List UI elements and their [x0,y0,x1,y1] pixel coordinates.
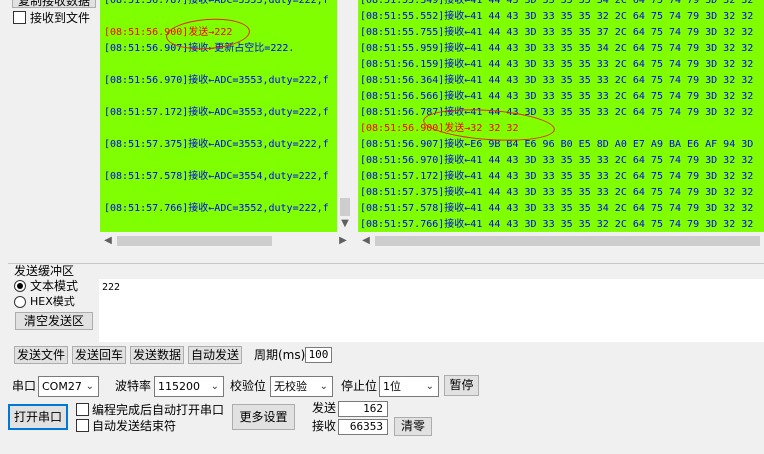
recv-count-label: 接收 [312,419,337,433]
log-line: [08:51:56.566]接收←41 44 43 3D 33 35 35 33… [360,91,754,102]
text-mode-radio[interactable] [14,280,26,292]
log-line: [08:51:56.159]接收←41 44 43 3D 33 35 35 33… [360,59,754,70]
log-line: [08:51:56.364]接收←41 44 43 3D 33 35 35 33… [360,75,754,86]
send-file-button[interactable]: 发送文件 [14,346,68,364]
more-settings-button[interactable]: 更多设置 [232,404,295,430]
right-receive-log-hex[interactable]: [08:51:55.349]接收←41 44 43 3D 33 35 35 34… [358,0,764,232]
left-log-hscrollbar[interactable]: ◀ ▶ [100,232,351,249]
send-data-button[interactable]: 发送数据 [130,346,184,364]
port-value: COM27 [42,380,82,393]
left-log-vscroll-thumb[interactable] [340,198,350,216]
auto-open-label: 编程完成后自动打开串口 [92,403,225,417]
log-line: [08:51:56.787]接收←41 44 43 3D 33 35 35 33… [360,107,754,118]
log-line: [08:51:56.787]接收←ADC=3553,duty=222,f [104,0,329,6]
scroll-left-arrow-icon[interactable]: ◀ [360,235,372,247]
send-input-text: 222 [102,282,121,293]
hex-mode-radio[interactable] [14,296,26,308]
parity-select[interactable]: 无校验 ⌄ [270,376,333,397]
log-line: [08:51:57.766]接收←41 44 43 3D 33 35 35 32… [360,219,754,230]
log-line: [08:51:57.172]接收←41 44 43 3D 33 35 35 33… [360,171,754,182]
right-log-hscroll-thumb[interactable] [375,236,760,246]
open-port-button[interactable]: 打开串口 [8,404,68,430]
send-count-label: 发送 [312,401,337,415]
scroll-right-arrow-icon[interactable]: ▶ [337,235,349,247]
pause-button[interactable]: 暂停 [444,375,479,396]
port-label: 串口 [12,379,37,393]
auto-send-end-label: 自动发送结束符 [92,419,177,433]
log-line: [08:51:56.907]接收←E6 9B B4 E6 96 B0 E5 8D… [360,139,754,150]
log-line: [08:51:56.970]接收←ADC=3553,duty=222,f [104,75,329,86]
auto-open-checkbox[interactable] [76,403,89,416]
save-to-file-label: 接收到文件 [30,11,91,25]
log-line: [08:51:57.375]接收←41 44 43 3D 33 35 35 33… [360,187,754,198]
log-line: [08:51:57.375]接收←ADC=3553,duty=222,f [104,139,329,150]
auto-send-end-checkbox[interactable] [76,419,89,432]
log-line: [08:51:56.970]接收←41 44 43 3D 33 35 35 33… [360,155,754,166]
left-log-hscroll-thumb[interactable] [117,236,272,246]
log-line: [08:51:57.172]接收←ADC=3553,duty=222,f [104,107,329,118]
log-line: [08:51:55.755]接收←41 44 43 3D 33 35 35 37… [360,27,754,38]
save-to-file-checkbox[interactable] [13,11,26,24]
baud-label: 波特率 [115,379,152,393]
log-line: [08:51:55.552]接收←41 44 43 3D 33 35 35 32… [360,11,754,22]
stop-bits-value: 1位 [383,380,401,393]
right-log-hscrollbar[interactable]: ◀ [358,232,764,249]
scroll-left-arrow-icon[interactable]: ◀ [102,235,114,247]
log-line: [08:51:55.959]接收←41 44 43 3D 33 35 35 34… [360,43,754,54]
chevron-down-icon: ⌄ [85,381,94,392]
left-log-vscrollbar[interactable]: ▼ [337,0,351,232]
recv-count-field: 66353 [338,419,388,435]
chevron-down-icon: ⌄ [425,381,434,392]
port-select[interactable]: COM27 ⌄ [38,376,99,397]
scroll-down-arrow-icon[interactable]: ▼ [339,218,351,230]
send-input-area[interactable]: 222 [99,279,764,342]
send-buffer-divider [8,263,764,264]
log-line: [08:51:57.766]接收←ADC=3552,duty=222,f [104,203,329,214]
clear-send-area-button[interactable]: 清空发送区 [15,312,93,330]
send-count-field: 162 [338,401,388,417]
parity-value: 无校验 [274,380,307,393]
baud-value: 115200 [158,380,200,393]
stop-bits-label: 停止位 [341,379,378,393]
parity-label: 校验位 [230,379,267,393]
chevron-down-icon: ⌄ [210,381,219,392]
hex-mode-label: HEX模式 [30,295,75,308]
auto-send-button[interactable]: 自动发送 [188,346,242,364]
send-buffer-title: 发送缓冲区 [14,264,75,278]
send-enter-button[interactable]: 发送回车 [72,346,126,364]
copy-received-button[interactable]: 复制接收数据 [12,0,96,8]
baud-select[interactable]: 115200 ⌄ [154,376,224,397]
stop-bits-select[interactable]: 1位 ⌄ [379,376,439,397]
log-line: [08:51:57.578]接收←41 44 43 3D 33 35 35 34… [360,203,754,214]
text-mode-label: 文本模式 [30,279,79,293]
log-line: [08:51:57.578]接收←ADC=3554,duty=222,f [104,171,329,182]
log-line: [08:51:55.349]接收←41 44 43 3D 33 35 35 34… [360,0,754,6]
clear-counts-button[interactable]: 清零 [394,417,432,436]
period-input[interactable]: 100 [305,347,332,363]
chevron-down-icon: ⌄ [319,381,328,392]
period-label: 周期(ms) [254,348,306,362]
